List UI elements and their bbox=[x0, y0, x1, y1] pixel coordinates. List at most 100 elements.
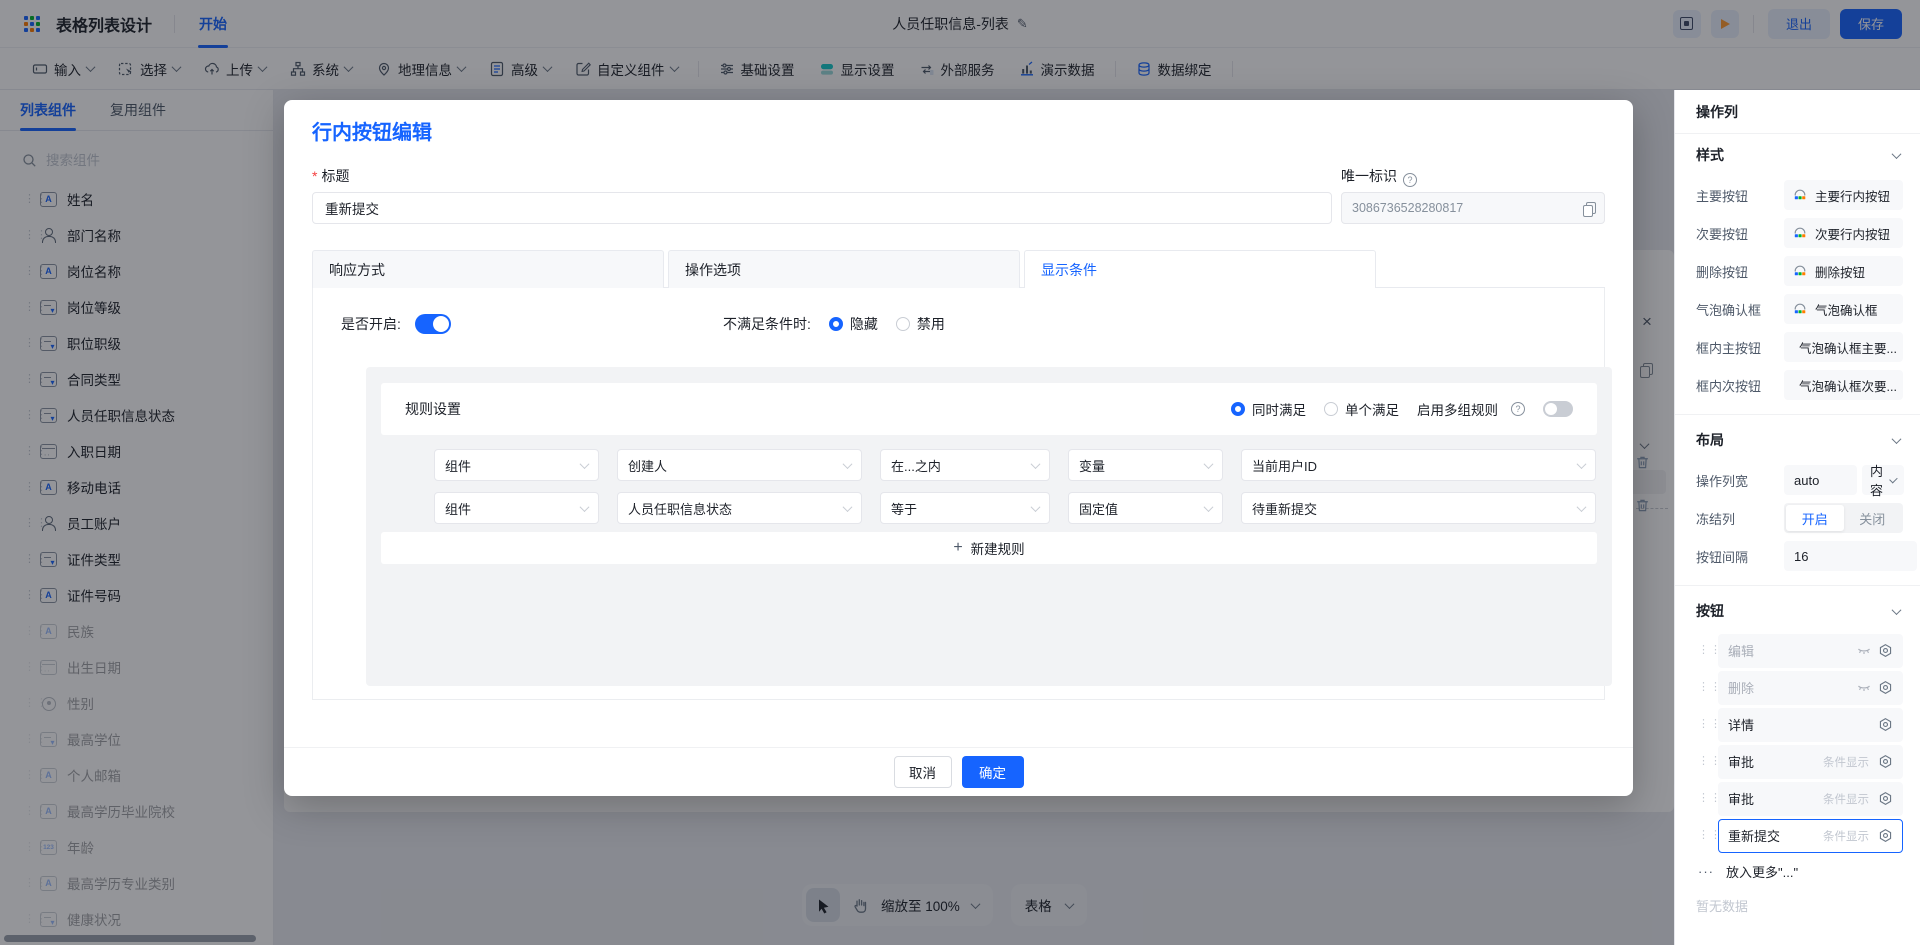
drag-handle-icon[interactable]: ⋮⋮ bbox=[1698, 645, 1721, 656]
option-hide[interactable]: 隐藏 bbox=[828, 314, 878, 334]
chevron-down-icon bbox=[1891, 604, 1902, 615]
gear-icon[interactable] bbox=[1878, 791, 1893, 806]
section-style[interactable]: 样式 bbox=[1675, 134, 1920, 176]
drag-handle-icon[interactable]: ⋮⋮ bbox=[1698, 830, 1721, 841]
style-select-secondary[interactable]: 次要行内按钮 bbox=[1784, 218, 1903, 248]
style-row: 主要按钮 主要行内按钮 bbox=[1675, 176, 1920, 214]
tab-action-options[interactable]: 操作选项 bbox=[668, 250, 1020, 288]
rule-valuetype-select[interactable]: 固定值 bbox=[1068, 492, 1223, 524]
style-select-pop-primary[interactable]: 气泡确认框主要... bbox=[1784, 332, 1903, 362]
tab-display-condition[interactable]: 显示条件 bbox=[1024, 250, 1376, 289]
style-row: 次要按钮 次要行内按钮 bbox=[1675, 214, 1920, 252]
put-into-more-row[interactable]: ··· 放入更多"..." bbox=[1675, 854, 1920, 888]
gear-icon[interactable] bbox=[1878, 754, 1893, 769]
delete-rule-button[interactable] bbox=[1635, 498, 1650, 518]
column-width-input[interactable] bbox=[1784, 465, 1857, 495]
chevron-down-icon bbox=[1030, 501, 1041, 512]
enabled-label: 是否开启: bbox=[341, 316, 401, 332]
unique-id-field: 3086736528280817 bbox=[1341, 192, 1605, 224]
empty-data-label: 暂无数据 bbox=[1696, 899, 1749, 914]
rule-row: 组件 人员任职信息状态 等于 固定值 待重新提交 bbox=[434, 492, 1650, 524]
panel-header: 操作列 bbox=[1675, 90, 1920, 134]
button-card[interactable]: 编辑 bbox=[1718, 633, 1903, 668]
freeze-segmented-control: 开启 关闭 bbox=[1784, 503, 1903, 533]
width-mode-select[interactable]: 内容 bbox=[1862, 464, 1905, 498]
dialog-footer: 取消 确定 bbox=[284, 747, 1633, 796]
button-card[interactable]: 审批 条件显示 bbox=[1718, 781, 1903, 816]
style-select-popconfirm[interactable]: 气泡确认框 bbox=[1784, 294, 1903, 324]
freeze-off-option[interactable]: 关闭 bbox=[1844, 505, 1902, 531]
button-card[interactable]: 详情 bbox=[1718, 707, 1903, 742]
rule-field-select[interactable]: 人员任职信息状态 bbox=[617, 492, 862, 524]
copy-icon[interactable] bbox=[1583, 201, 1596, 217]
condition-badge: 条件显示 bbox=[1823, 793, 1869, 806]
cancel-button[interactable]: 取消 bbox=[893, 756, 952, 788]
theme-component-icon bbox=[1794, 227, 1806, 238]
chevron-down-icon bbox=[1576, 458, 1587, 469]
multi-group-label: 启用多组规则? bbox=[1417, 399, 1525, 419]
style-select-delete[interactable]: 删除按钮 bbox=[1784, 256, 1903, 286]
rule-operator-select[interactable]: 在...之内 bbox=[880, 449, 1050, 481]
rule-type-select[interactable]: 组件 bbox=[434, 492, 599, 524]
chevron-down-icon bbox=[1203, 458, 1214, 469]
drag-handle-icon[interactable]: ⋮⋮ bbox=[1698, 682, 1721, 693]
button-card[interactable]: 删除 bbox=[1718, 670, 1903, 705]
rule-operator-select[interactable]: 等于 bbox=[880, 492, 1050, 524]
option-match-any[interactable]: 单个满足 bbox=[1324, 399, 1399, 419]
delete-rule-button[interactable] bbox=[1635, 455, 1650, 475]
chevron-down-icon bbox=[842, 458, 853, 469]
plus-icon: + bbox=[953, 539, 963, 556]
theme-component-icon bbox=[1794, 303, 1806, 314]
unique-id-value: 3086736528280817 bbox=[1352, 201, 1464, 215]
hidden-eye-icon bbox=[1858, 648, 1870, 654]
button-row-approve: ⋮⋮ 审批 条件显示 bbox=[1675, 743, 1920, 780]
rule-type-select[interactable]: 组件 bbox=[434, 449, 599, 481]
button-gap-input[interactable] bbox=[1784, 541, 1917, 571]
chevron-down-icon bbox=[1203, 501, 1214, 512]
section-layout[interactable]: 布局 bbox=[1675, 419, 1920, 461]
divider bbox=[1675, 585, 1920, 586]
rule-row: 组件 创建人 在...之内 变量 当前用户ID bbox=[434, 449, 1650, 481]
drag-handle-icon[interactable]: ⋮⋮ bbox=[1698, 719, 1721, 730]
layout-width-row: 操作列宽 内容 bbox=[1675, 461, 1920, 499]
button-card[interactable]: 重新提交 条件显示 bbox=[1718, 818, 1903, 853]
section-buttons[interactable]: 按钮 bbox=[1675, 590, 1920, 632]
rule-valuetype-select[interactable]: 变量 bbox=[1068, 449, 1223, 481]
gear-icon[interactable] bbox=[1878, 828, 1893, 843]
theme-component-icon bbox=[1794, 265, 1806, 276]
button-row-edit: ⋮⋮ 编辑 bbox=[1675, 632, 1920, 669]
chevron-down-icon bbox=[1889, 474, 1898, 483]
enabled-toggle[interactable] bbox=[414, 314, 451, 334]
button-card[interactable]: 审批 条件显示 bbox=[1718, 744, 1903, 779]
button-row-delete: ⋮⋮ 删除 bbox=[1675, 669, 1920, 706]
inline-button-edit-dialog: 行内按钮编辑 *标题 唯一标识? 3086736528280817 响应方式 操… bbox=[284, 100, 1648, 796]
rule-value-select[interactable]: 当前用户ID bbox=[1241, 449, 1596, 481]
tab-response-mode[interactable]: 响应方式 bbox=[312, 250, 664, 288]
help-icon[interactable]: ? bbox=[1403, 173, 1417, 187]
option-disable[interactable]: 禁用 bbox=[895, 314, 945, 334]
gear-icon[interactable] bbox=[1878, 643, 1893, 658]
gear-icon[interactable] bbox=[1878, 717, 1893, 732]
style-select-pop-secondary[interactable]: 气泡确认框次要... bbox=[1784, 370, 1903, 400]
condition-fail-label: 不满足条件时: bbox=[723, 316, 811, 332]
button-row-approve: ⋮⋮ 审批 条件显示 bbox=[1675, 780, 1920, 817]
drag-handle-icon[interactable]: ⋮⋮ bbox=[1698, 756, 1721, 767]
radio-icon bbox=[895, 317, 910, 331]
chevron-down-icon bbox=[1891, 433, 1902, 444]
button-title-input[interactable] bbox=[312, 192, 1332, 224]
button-row-detail: ⋮⋮ 详情 bbox=[1675, 706, 1920, 743]
confirm-button[interactable]: 确定 bbox=[961, 756, 1024, 788]
multi-group-toggle[interactable] bbox=[1543, 401, 1573, 417]
style-select-primary[interactable]: 主要行内按钮 bbox=[1784, 180, 1903, 210]
rules-header: 规则设置 bbox=[405, 401, 461, 417]
gear-icon[interactable] bbox=[1878, 680, 1893, 695]
option-match-all[interactable]: 同时满足 bbox=[1231, 399, 1306, 419]
add-rule-button[interactable]: + 新建规则 bbox=[381, 532, 1597, 564]
help-icon[interactable]: ? bbox=[1511, 402, 1525, 416]
freeze-on-option[interactable]: 开启 bbox=[1786, 505, 1844, 531]
rule-value-select[interactable]: 待重新提交 bbox=[1241, 492, 1596, 524]
rule-field-select[interactable]: 创建人 bbox=[617, 449, 862, 481]
chevron-down-icon bbox=[842, 501, 853, 512]
drag-handle-icon[interactable]: ⋮⋮ bbox=[1698, 793, 1721, 804]
dialog-title: 行内按钮编辑 bbox=[312, 122, 432, 144]
